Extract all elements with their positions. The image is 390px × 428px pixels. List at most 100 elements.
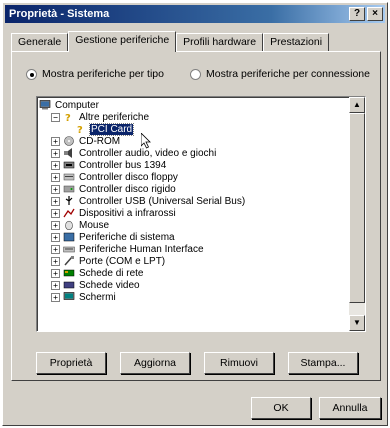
properties-button[interactable]: Proprietà	[36, 352, 106, 374]
expand-icon[interactable]: +	[51, 184, 60, 194]
view-by-type-radio[interactable]: Mostra periferiche per tipo	[26, 68, 164, 80]
expand-icon[interactable]: +	[51, 136, 60, 146]
view-options: Mostra periferiche per tipo Mostra perif…	[26, 68, 370, 80]
cancel-button[interactable]: Annulla	[319, 397, 381, 419]
view-by-connection-label: Mostra periferiche per connessione	[205, 68, 370, 80]
device-tree-item[interactable]: + Periferiche Human Interface	[39, 243, 347, 255]
tab-performance[interactable]: Prestazioni	[263, 33, 330, 51]
expand-icon[interactable]: +	[51, 148, 60, 158]
sound-icon	[63, 148, 75, 158]
device-tree-item[interactable]: + Mouse	[39, 219, 347, 231]
refresh-button[interactable]: Aggiorna	[120, 352, 190, 374]
device-tree-item[interactable]: −? Altre periferiche	[39, 111, 347, 123]
remove-button[interactable]: Rimuovi	[204, 352, 274, 374]
scroll-up-button[interactable]: ▲	[349, 97, 365, 113]
mouse-pointer-icon	[141, 133, 151, 149]
infrared-icon	[63, 208, 75, 218]
device-tree-item[interactable]: + Periferiche di sistema	[39, 231, 347, 243]
tab-strip: Generale Gestione periferiche Profili ha…	[11, 31, 330, 52]
mouse-icon	[63, 220, 75, 230]
device-tree-item[interactable]: Computer	[39, 99, 347, 111]
port-icon	[63, 256, 75, 266]
device-tree-item[interactable]: + Schede di rete	[39, 267, 347, 279]
cdrom-icon	[63, 136, 75, 146]
view-by-connection-radio[interactable]: Mostra periferiche per connessione	[189, 68, 370, 80]
radio-dot-selected[interactable]	[26, 68, 37, 80]
device-tree-item-label[interactable]: Altre periferiche	[78, 112, 150, 123]
expand-icon[interactable]: +	[51, 160, 60, 170]
device-tree-item[interactable]: + Schede video	[39, 279, 347, 291]
device-tree-item[interactable]: + Controller disco floppy	[39, 171, 347, 183]
view-by-type-label: Mostra periferiche per tipo	[42, 68, 164, 80]
device-tree-item-label[interactable]: Controller disco rigido	[78, 184, 177, 195]
device-tree-item-label[interactable]: CD-ROM	[78, 136, 121, 147]
device-tree-item-label[interactable]: Schede di rete	[78, 268, 145, 279]
disk-controller-icon	[63, 184, 75, 194]
tab-device-manager[interactable]: Gestione periferiche	[68, 31, 177, 52]
floppy-controller-icon	[63, 172, 75, 182]
device-tree-item-label[interactable]: PCI Card	[88, 122, 135, 136]
device-tree-item-label[interactable]: Controller audio, video e giochi	[78, 148, 217, 159]
svg-text:?: ?	[65, 113, 71, 122]
device-tree-item-label[interactable]: Controller USB (Universal Serial Bus)	[78, 196, 246, 207]
expand-icon[interactable]: +	[51, 220, 60, 230]
expand-icon[interactable]: +	[51, 232, 60, 242]
device-tree-item[interactable]: + Dispositivi a infrarossi	[39, 207, 347, 219]
expand-icon[interactable]: +	[51, 244, 60, 254]
computer-icon	[39, 100, 51, 110]
svg-text:?: ?	[77, 125, 83, 134]
device-tree-item[interactable]: + Porte (COM e LPT)	[39, 255, 347, 267]
tab-hardware-profiles[interactable]: Profili hardware	[176, 33, 264, 51]
device-button-row: Proprietà Aggiorna Rimuovi Stampa...	[36, 352, 358, 374]
device-tree-item-label[interactable]: Controller bus 1394	[78, 160, 167, 171]
device-tree-item-label[interactable]: Dispositivi a infrarossi	[78, 208, 177, 219]
device-tree-item[interactable]: + Schermi	[39, 291, 347, 303]
expand-icon[interactable]: +	[51, 280, 60, 290]
device-tree-item-label[interactable]: Schermi	[78, 292, 117, 303]
device-tree-item-label[interactable]: Schede video	[78, 280, 141, 291]
device-tree-item[interactable]: + CD-ROM	[39, 135, 347, 147]
collapse-icon[interactable]: −	[51, 112, 60, 122]
device-tree-item-label[interactable]: Computer	[54, 100, 100, 111]
expand-icon[interactable]: +	[51, 172, 60, 182]
device-tree-item[interactable]: + Controller bus 1394	[39, 159, 347, 171]
close-button[interactable]: ×	[367, 7, 383, 21]
question-device-icon: ?	[75, 124, 87, 134]
expand-icon[interactable]: +	[51, 196, 60, 206]
device-tree-item-label[interactable]: Controller disco floppy	[78, 172, 179, 183]
device-tree-item-label[interactable]: Periferiche Human Interface	[78, 244, 205, 255]
monitor-icon	[63, 292, 75, 302]
window-title: Proprietà - Sistema	[9, 8, 110, 20]
device-tree-item[interactable]: + Controller USB (Universal Serial Bus)	[39, 195, 347, 207]
device-tree-item-label[interactable]: Periferiche di sistema	[78, 232, 176, 243]
scroll-down-button[interactable]: ▼	[349, 315, 365, 331]
system-device-icon	[63, 232, 75, 242]
radio-dot[interactable]	[189, 68, 201, 80]
device-tree-item[interactable]: + Controller audio, video e giochi	[39, 147, 347, 159]
device-tree[interactable]: Computer −? Altre periferiche? PCI Card + CD-…	[36, 96, 366, 332]
expand-icon[interactable]: +	[51, 256, 60, 266]
device-tree-item[interactable]: + Controller disco rigido	[39, 183, 347, 195]
usb-icon	[63, 196, 75, 206]
device-tree-item[interactable]: ? PCI Card	[39, 122, 347, 136]
question-device-icon: ?	[63, 112, 75, 122]
ok-button[interactable]: OK	[251, 397, 311, 419]
display-adapter-icon	[63, 280, 75, 290]
bus-1394-icon	[63, 160, 75, 170]
device-tree-rows: Computer −? Altre periferiche? PCI Card + CD-…	[39, 99, 347, 303]
hid-icon	[63, 244, 75, 254]
tab-general[interactable]: Generale	[11, 33, 69, 51]
device-tree-item-label[interactable]: Mouse	[78, 220, 110, 231]
expand-icon[interactable]: +	[51, 268, 60, 278]
expand-icon[interactable]: +	[51, 292, 60, 302]
title-bar[interactable]: Proprietà - Sistema ? ×	[5, 5, 385, 23]
network-card-icon	[63, 268, 75, 278]
system-properties-window: Proprietà - Sistema ? × Generale Gestion…	[2, 2, 388, 426]
help-button[interactable]: ?	[349, 7, 365, 21]
expand-icon[interactable]: +	[51, 208, 60, 218]
print-button[interactable]: Stampa...	[288, 352, 358, 374]
vertical-scrollbar[interactable]: ▲ ▼	[349, 97, 365, 331]
device-manager-panel: Mostra periferiche per tipo Mostra perif…	[11, 51, 381, 381]
scroll-thumb[interactable]	[349, 113, 365, 303]
device-tree-item-label[interactable]: Porte (COM e LPT)	[78, 256, 166, 267]
